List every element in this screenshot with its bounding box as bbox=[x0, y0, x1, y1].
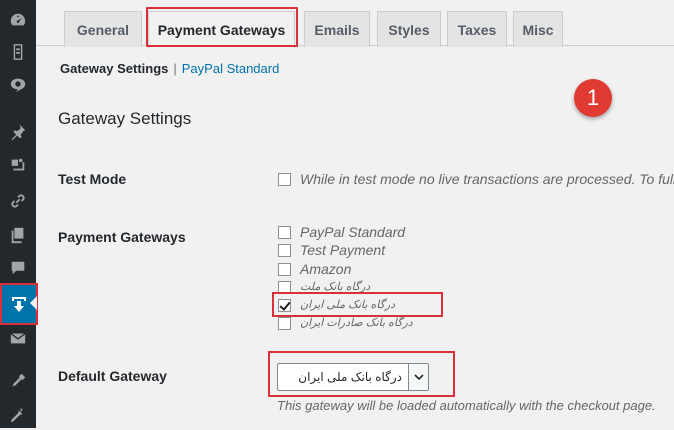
gateway-checkbox-amazon[interactable] bbox=[278, 263, 291, 276]
test-mode-label: Test Mode bbox=[58, 171, 127, 187]
gateway-option-label: Amazon bbox=[300, 261, 352, 277]
comments-icon[interactable] bbox=[0, 69, 36, 99]
default-gateway-label: Default Gateway bbox=[58, 368, 167, 384]
default-gateway-value: درگاه بانک ملی ایران bbox=[298, 370, 402, 384]
chevron-down-icon[interactable] bbox=[408, 364, 428, 390]
test-mode-description: While in test mode no live transactions … bbox=[300, 171, 674, 187]
tab-styles[interactable]: Styles bbox=[377, 11, 441, 47]
gateway-checkbox-paypal[interactable] bbox=[278, 226, 291, 239]
subnav-separator: | bbox=[173, 61, 177, 76]
payment-gateways-label: Payment Gateways bbox=[58, 229, 186, 245]
tab-taxes[interactable]: Taxes bbox=[447, 11, 507, 47]
media-icon[interactable] bbox=[0, 37, 36, 67]
pin-icon[interactable] bbox=[0, 117, 36, 147]
gateway-checkbox-melli[interactable] bbox=[278, 299, 291, 312]
mail-icon[interactable] bbox=[0, 323, 36, 353]
dashboard-icon[interactable] bbox=[0, 5, 36, 35]
subnav-current[interactable]: Gateway Settings bbox=[60, 61, 168, 76]
page-title: Gateway Settings bbox=[58, 109, 192, 128]
gateway-checkbox-saderat[interactable] bbox=[278, 317, 291, 330]
default-gateway-description: This gateway will be loaded automaticall… bbox=[277, 398, 656, 413]
tab-general[interactable]: General bbox=[64, 11, 142, 47]
pages-icon[interactable] bbox=[0, 220, 36, 250]
speech-bubble-icon[interactable] bbox=[0, 253, 36, 283]
gateway-subnav: Gateway Settings | PayPal Standard bbox=[60, 61, 279, 76]
settings-icon[interactable] bbox=[0, 400, 36, 430]
default-gateway-select[interactable]: درگاه بانک ملی ایران bbox=[277, 363, 429, 391]
step-badge: 1 bbox=[574, 79, 612, 117]
gateway-checkbox-mellat[interactable] bbox=[278, 281, 291, 294]
gateway-option-label: Test Payment bbox=[300, 242, 386, 258]
tools-icon[interactable] bbox=[0, 366, 36, 396]
subnav-paypal-link[interactable]: PayPal Standard bbox=[182, 61, 280, 76]
tab-emails[interactable]: Emails bbox=[304, 11, 370, 47]
admin-sidebar bbox=[0, 0, 38, 430]
gateway-option-label: PayPal Standard bbox=[300, 224, 406, 240]
tab-misc[interactable]: Misc bbox=[513, 11, 563, 47]
links-icon[interactable] bbox=[0, 186, 36, 216]
media-library-icon[interactable] bbox=[0, 150, 36, 180]
active-menu-arrow bbox=[30, 296, 37, 310]
gateway-option-label: درگاه بانک صادرات ایران bbox=[300, 317, 413, 329]
test-mode-checkbox[interactable] bbox=[278, 173, 291, 186]
gateway-checkbox-test-payment[interactable] bbox=[278, 244, 291, 257]
tab-payment-gateways[interactable]: Payment Gateways bbox=[148, 11, 295, 48]
gateway-option-label: درگاه بانک ملت bbox=[300, 281, 371, 293]
gateway-option-label: درگاه بانک ملی ایران bbox=[300, 299, 396, 311]
settings-tabs: General Payment Gateways Emails Styles T… bbox=[36, 0, 674, 48]
